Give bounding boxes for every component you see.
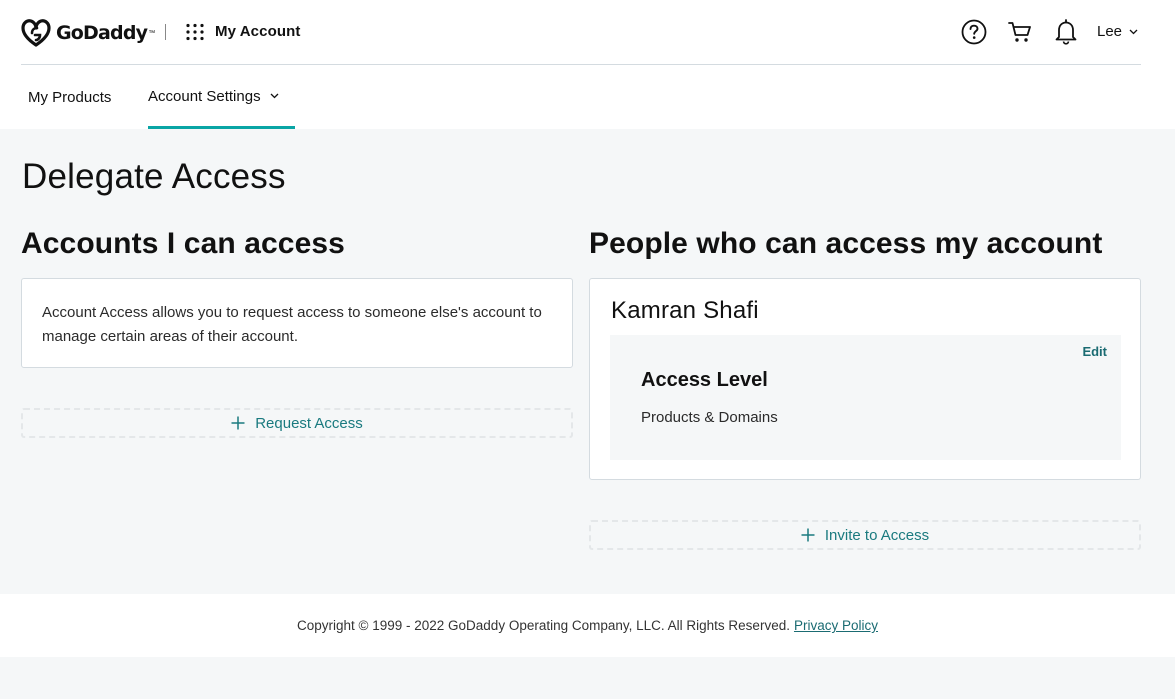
page-title: Delegate Access (22, 157, 286, 196)
request-access-label: Request Access (255, 414, 363, 432)
privacy-policy-link[interactable]: Privacy Policy (794, 618, 878, 633)
access-level-label: Access Level (641, 369, 768, 391)
user-menu[interactable]: Lee (1097, 23, 1138, 40)
godaddy-logo-icon (21, 19, 51, 47)
account-access-info-card: Account Access allows you to request acc… (21, 278, 573, 368)
tab-label: Account Settings (148, 87, 261, 105)
plus-icon (231, 416, 245, 430)
main-nav: My Products Account Settings (21, 66, 621, 129)
chevron-down-icon (270, 93, 279, 99)
chevron-down-icon (1129, 29, 1138, 34)
plus-icon (801, 528, 815, 542)
access-level-box: Edit Access Level Products & Domains (610, 335, 1121, 460)
header-divider (165, 24, 166, 40)
app-title[interactable]: My Account (215, 23, 300, 40)
tab-label: My Products (28, 89, 112, 106)
person-name: Kamran Shafi (611, 297, 759, 324)
logo-text: GoDaddy (56, 22, 148, 44)
cart-icon[interactable] (1007, 20, 1033, 44)
access-level-value: Products & Domains (641, 409, 778, 426)
header: GoDaddy ™ My Account Lee My Products Acc… (0, 0, 1175, 129)
top-bar: GoDaddy ™ My Account Lee (21, 0, 1141, 65)
edit-link[interactable]: Edit (1082, 344, 1107, 359)
copyright-text: Copyright © 1999 - 2022 GoDaddy Operatin… (297, 618, 790, 633)
people-who-can-access-heading: People who can access my account (589, 227, 1103, 260)
footer: Copyright © 1999 - 2022 GoDaddy Operatin… (0, 594, 1175, 657)
delegate-person-card: Kamran Shafi Edit Access Level Products … (589, 278, 1141, 480)
account-access-description: Account Access allows you to request acc… (42, 304, 542, 345)
apps-grid-icon[interactable] (185, 23, 205, 41)
invite-to-access-label: Invite to Access (824, 526, 930, 544)
godaddy-logo[interactable]: GoDaddy ™ (21, 18, 155, 48)
user-name: Lee (1097, 23, 1123, 40)
tab-account-settings[interactable]: Account Settings (148, 66, 295, 129)
request-access-button[interactable]: Request Access (21, 408, 573, 438)
accounts-i-can-access-heading: Accounts I can access (21, 227, 345, 260)
invite-to-access-button[interactable]: Invite to Access (589, 520, 1141, 550)
help-icon[interactable] (961, 19, 987, 45)
bell-icon[interactable] (1054, 19, 1078, 45)
trademark: ™ (148, 29, 156, 37)
tab-my-products[interactable]: My Products (28, 66, 111, 129)
